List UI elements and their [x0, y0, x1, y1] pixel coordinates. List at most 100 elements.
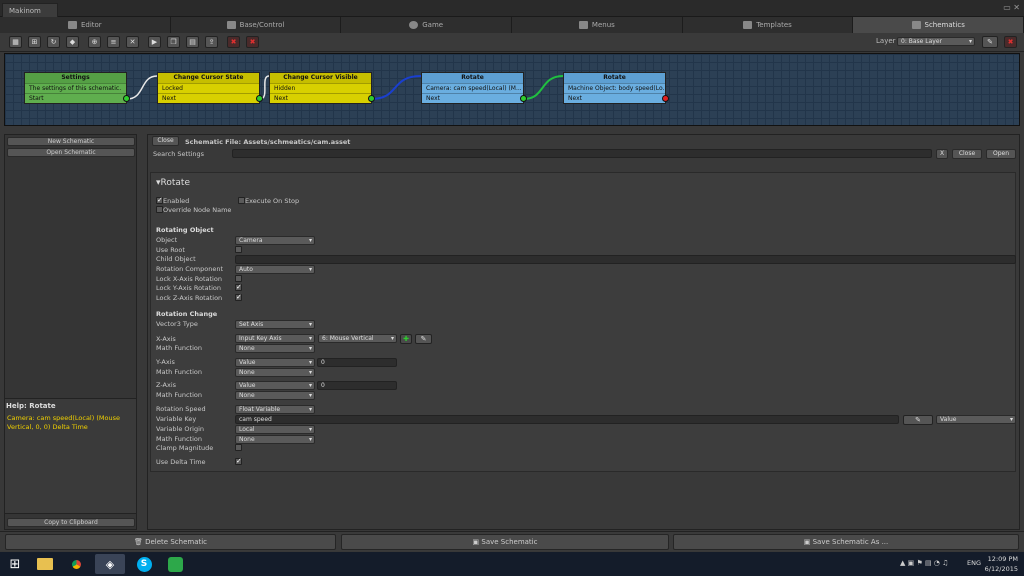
search-clear-button[interactable]: X	[936, 149, 948, 159]
node-change-cursor-visible[interactable]: Change Cursor Visible Hidden Next	[269, 72, 375, 104]
y-math-function-select[interactable]: None	[235, 368, 315, 377]
tab-schematics[interactable]: Schematics	[853, 17, 1024, 33]
search-close-button[interactable]: Close	[952, 149, 982, 159]
paste-icon[interactable]: ▤	[186, 36, 199, 48]
clamp-magnitude-checkbox[interactable]	[235, 444, 242, 451]
vector3-type-select[interactable]: Set Axis	[235, 320, 315, 329]
save-schematic-button[interactable]: ▣ Save Schematic	[341, 534, 669, 550]
node-port[interactable]	[256, 95, 263, 102]
rotation-change-header: Rotation Change	[156, 310, 218, 318]
node-rotate-camera[interactable]: Rotate Camera: cam speed(Local) (M... Ne…	[421, 72, 527, 104]
lock-y-checkbox[interactable]: ✓	[235, 284, 242, 291]
lock-z-checkbox[interactable]: ✓	[235, 294, 242, 301]
use-root-checkbox[interactable]	[235, 246, 242, 253]
align-icon[interactable]: ≡	[107, 36, 120, 48]
z-math-function-label: Math Function	[156, 391, 202, 399]
execute-on-stop-checkbox[interactable]	[238, 197, 245, 204]
node-port[interactable]	[520, 95, 527, 102]
rotation-component-select[interactable]: Auto	[235, 265, 315, 274]
chrome-icon[interactable]	[63, 554, 89, 574]
node-change-cursor-state[interactable]: Change Cursor State Locked Next	[157, 72, 263, 104]
lock-x-label: Lock X-Axis Rotation	[156, 275, 222, 283]
language-indicator[interactable]: ENG	[967, 559, 981, 567]
tab-editor[interactable]: Editor	[0, 17, 171, 33]
system-tray-icons[interactable]: ▲ ▣ ⚑ ▤ ◔ ♫	[900, 559, 948, 567]
rotation-component-label: Rotation Component	[156, 265, 223, 273]
x-axis-type-select[interactable]: Input Key Axis	[235, 334, 315, 343]
x-math-function-label: Math Function	[156, 344, 202, 352]
schematic-file-path: Schematic File: Assets/schmeatics/cam.as…	[185, 138, 351, 146]
save-schematic-as-button[interactable]: ▣ Save Schematic As ...	[673, 534, 1019, 550]
edit-icon[interactable]: ✎	[415, 334, 432, 344]
unity-icon[interactable]: ◈	[95, 554, 125, 574]
node-rotate-body[interactable]: Rotate Machine Object: body speed(Lo... …	[563, 72, 669, 104]
help-text: Camera: cam speed(Local) (Mouse Vertical…	[7, 414, 120, 431]
add-node-icon[interactable]: ⊕	[88, 36, 101, 48]
vector3-type-label: Vector3 Type	[156, 320, 198, 328]
node-port[interactable]	[123, 95, 130, 102]
z-math-function-select[interactable]: None	[235, 391, 315, 400]
delete-icon[interactable]: ✖	[227, 36, 240, 48]
remove-node-icon[interactable]: ✕	[126, 36, 139, 48]
node-title: Rotate	[422, 73, 523, 83]
override-node-name-checkbox[interactable]	[156, 206, 163, 213]
enabled-checkbox[interactable]: ✓	[156, 197, 163, 204]
color-icon[interactable]: ◆	[66, 36, 79, 48]
node-settings[interactable]: Settings The settings of this schematic.…	[24, 72, 130, 104]
window-titlebar	[0, 0, 1024, 17]
rotation-speed-select[interactable]: Float Variable	[235, 405, 315, 414]
open-schematic-button[interactable]: Open Schematic	[7, 148, 135, 157]
schematic-icon	[911, 21, 921, 29]
windows-start-icon[interactable]: ⊞	[2, 554, 28, 574]
add-icon[interactable]: ✚	[400, 334, 412, 344]
section-title[interactable]: ▾Rotate	[156, 178, 190, 188]
lock-x-checkbox[interactable]	[235, 275, 242, 282]
node-port[interactable]	[662, 95, 669, 102]
tab-templates[interactable]: Templates	[683, 17, 854, 33]
tab-menus[interactable]: Menus	[512, 17, 683, 33]
fit-view-icon[interactable]: ⊞	[28, 36, 41, 48]
search-open-button[interactable]: Open	[986, 149, 1016, 159]
variable-key-field[interactable]: cam speed	[235, 415, 899, 424]
window-tab[interactable]: Makinom	[2, 3, 58, 17]
edit-layer-icon[interactable]: ✎	[982, 36, 998, 48]
schematic-canvas[interactable]: Settings The settings of this schematic.…	[4, 53, 1020, 126]
object-select[interactable]: Camera	[235, 236, 315, 245]
math-function-select[interactable]: None	[235, 435, 315, 444]
node-port[interactable]	[368, 95, 375, 102]
play-icon[interactable]: ▶	[148, 36, 161, 48]
main-tabs: Editor Base/Control Game Menus Templates…	[0, 17, 1024, 33]
z-axis-value-field[interactable]: 0	[317, 381, 397, 390]
y-axis-value-field[interactable]: 0	[317, 358, 397, 367]
x-axis-key-select[interactable]: 6: Mouse Vertical	[318, 334, 397, 343]
y-axis-type-select[interactable]: Value	[235, 358, 315, 367]
skype-icon[interactable]: S	[131, 554, 157, 574]
page-icon	[743, 21, 753, 29]
refresh-icon[interactable]: ↻	[47, 36, 60, 48]
view-grid-icon[interactable]: ▦	[9, 36, 22, 48]
variable-origin-select[interactable]: Local	[235, 425, 315, 434]
delete-schematic-button[interactable]: 🗑 Delete Schematic	[5, 534, 336, 550]
copy-to-clipboard-button[interactable]: Copy to Clipboard	[7, 518, 135, 527]
new-schematic-button[interactable]: New Schematic	[7, 137, 135, 146]
tab-game[interactable]: Game	[341, 17, 513, 33]
use-delta-time-checkbox[interactable]: ✓	[235, 458, 242, 465]
copy-icon[interactable]: ❐	[167, 36, 180, 48]
clock[interactable]: 12:09 PM 6/12/2015	[985, 554, 1018, 574]
layer-select[interactable]: 0: Base Layer	[897, 37, 975, 46]
z-axis-type-select[interactable]: Value	[235, 381, 315, 390]
edit-icon[interactable]: ✎	[903, 415, 933, 425]
x-math-function-select[interactable]: None	[235, 344, 315, 353]
export-icon[interactable]: ⇪	[205, 36, 218, 48]
tab-base-control[interactable]: Base/Control	[171, 17, 342, 33]
child-object-field[interactable]	[235, 255, 1016, 264]
file-explorer-icon[interactable]	[32, 554, 58, 574]
close-layer-icon[interactable]: ✖	[1004, 36, 1017, 48]
variable-key-type-select[interactable]: Value	[936, 415, 1016, 424]
window-controls[interactable]: ▭ ✕	[1003, 3, 1020, 12]
close-file-button[interactable]: Close	[152, 136, 179, 146]
delete-all-icon[interactable]: ✖	[246, 36, 259, 48]
search-input[interactable]	[232, 149, 932, 158]
clock-date: 6/12/2015	[984, 565, 1018, 573]
green-app-icon[interactable]	[162, 554, 188, 574]
